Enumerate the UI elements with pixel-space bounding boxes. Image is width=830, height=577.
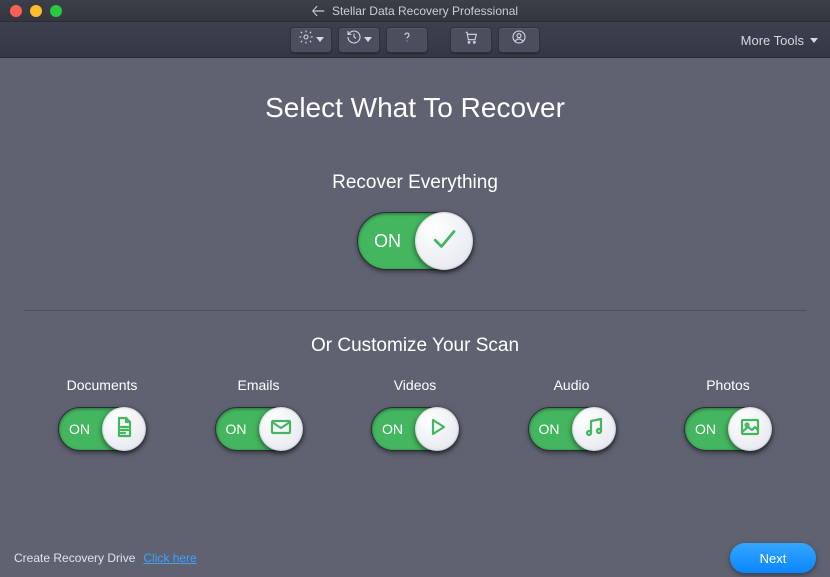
videos-toggle[interactable]: ON: [371, 407, 459, 451]
option-emails: Emails ON: [199, 377, 319, 451]
toggle-on-text: ON: [69, 421, 90, 437]
toggle-knob: [259, 407, 303, 451]
create-recovery-label: Create Recovery Drive: [14, 551, 135, 565]
divider: [24, 310, 806, 311]
option-label: Emails: [237, 377, 279, 393]
toggle-on-text: ON: [539, 421, 560, 437]
toggle-knob: [415, 407, 459, 451]
main-area: Select What To Recover Recover Everythin…: [0, 58, 830, 539]
toggle-on-text: ON: [695, 421, 716, 437]
option-label: Audio: [554, 377, 590, 393]
option-label: Photos: [706, 377, 750, 393]
click-here-link[interactable]: Click here: [143, 551, 196, 565]
image-icon: [738, 415, 762, 444]
footer: Create Recovery Drive Click here Next: [0, 539, 830, 577]
next-label: Next: [760, 551, 787, 566]
settings-button[interactable]: [290, 27, 332, 53]
window-title: Stellar Data Recovery Professional: [332, 4, 518, 18]
more-tools-menu[interactable]: More Tools: [741, 22, 818, 58]
check-icon: [429, 224, 459, 259]
customize-scan-label: Or Customize Your Scan: [20, 335, 810, 357]
cart-icon: [463, 29, 479, 50]
toggle-knob: [102, 407, 146, 451]
account-button[interactable]: [498, 27, 540, 53]
chevron-down-icon: [316, 37, 324, 42]
photos-toggle[interactable]: ON: [684, 407, 772, 451]
question-icon: [399, 29, 415, 50]
cart-button[interactable]: [450, 27, 492, 53]
help-button[interactable]: [386, 27, 428, 53]
option-documents: Documents ON: [42, 377, 162, 451]
next-button[interactable]: Next: [730, 543, 816, 573]
title-bar: Stellar Data Recovery Professional: [0, 0, 830, 22]
back-arrow-icon: [312, 4, 326, 18]
email-icon: [269, 415, 293, 444]
music-icon: [582, 415, 606, 444]
gear-icon: [298, 29, 314, 50]
option-videos: Videos ON: [355, 377, 475, 451]
toggle-on-text: ON: [226, 421, 247, 437]
history-button[interactable]: [338, 27, 380, 53]
chevron-down-icon: [364, 37, 372, 42]
option-photos: Photos ON: [668, 377, 788, 451]
options-row: Documents ON Emails ON: [20, 377, 810, 451]
page-title: Select What To Recover: [20, 92, 810, 124]
user-icon: [511, 29, 527, 50]
history-icon: [346, 29, 362, 50]
documents-toggle[interactable]: ON: [58, 407, 146, 451]
option-label: Videos: [394, 377, 437, 393]
option-audio: Audio ON: [512, 377, 632, 451]
title-center: Stellar Data Recovery Professional: [0, 4, 830, 18]
toggle-knob: [415, 212, 473, 270]
play-icon: [425, 415, 449, 444]
recover-everything-toggle[interactable]: ON: [357, 212, 473, 270]
toggle-knob: [572, 407, 616, 451]
footer-left: Create Recovery Drive Click here: [14, 551, 197, 565]
recover-everything-label: Recover Everything: [20, 172, 810, 194]
document-icon: [112, 415, 136, 444]
emails-toggle[interactable]: ON: [215, 407, 303, 451]
more-tools-label: More Tools: [741, 33, 804, 48]
toggle-on-text: ON: [374, 231, 401, 252]
toggle-knob: [728, 407, 772, 451]
toolbar: More Tools: [0, 22, 830, 58]
chevron-down-icon: [810, 38, 818, 43]
toolbar-center: [290, 27, 540, 53]
toggle-on-text: ON: [382, 421, 403, 437]
option-label: Documents: [67, 377, 138, 393]
audio-toggle[interactable]: ON: [528, 407, 616, 451]
